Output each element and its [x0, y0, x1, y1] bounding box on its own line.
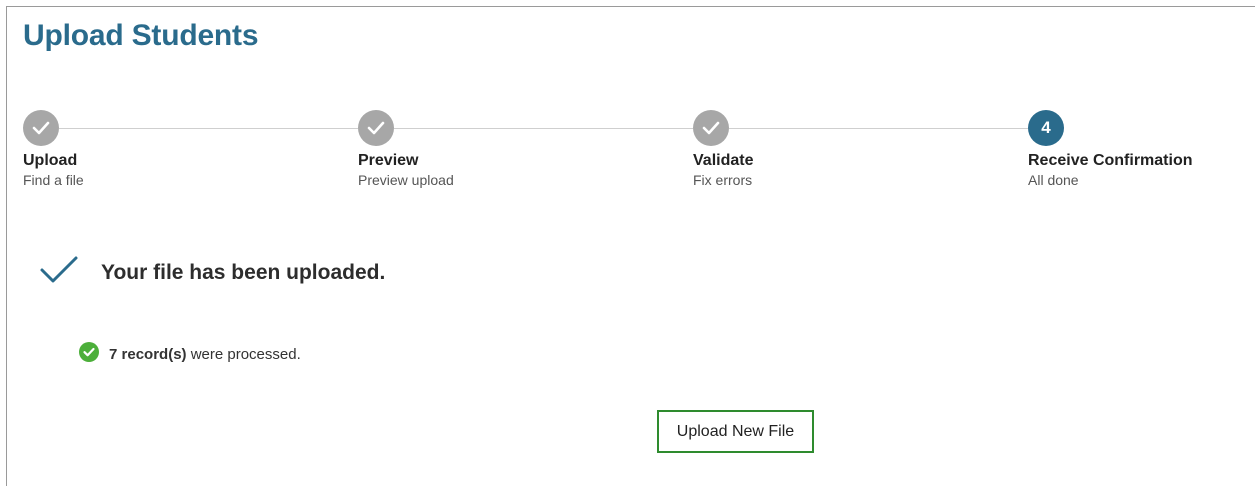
upload-success-message: Your file has been uploaded. — [39, 255, 385, 290]
success-check-circle-icon — [79, 342, 99, 366]
step-complete-check-icon — [358, 110, 394, 146]
page-title: Upload Students — [23, 19, 259, 52]
step-description: Fix errors — [693, 172, 753, 188]
upload-stepper: Upload Find a file Preview Preview uploa… — [23, 110, 1253, 210]
step-description: Preview upload — [358, 172, 454, 188]
step-validate: Validate Fix errors — [693, 110, 933, 188]
records-processed-status: 7 record(s) were processed. — [79, 342, 301, 366]
step-upload: Upload Find a file — [23, 110, 263, 188]
records-text: 7 record(s) were processed. — [109, 346, 301, 363]
success-text: Your file has been uploaded. — [101, 260, 386, 284]
upload-panel: Upload Students Upload Find a file Previ… — [6, 6, 1255, 486]
step-preview: Preview Preview upload — [358, 110, 598, 188]
step-complete-check-icon — [693, 110, 729, 146]
records-suffix: were processed. — [186, 345, 301, 363]
checkmark-icon — [39, 255, 79, 290]
step-label: Upload — [23, 152, 78, 169]
upload-new-file-button[interactable]: Upload New File — [657, 410, 814, 453]
step-complete-check-icon — [23, 110, 59, 146]
step-description: Find a file — [23, 172, 84, 188]
step-number-badge: 4 — [1028, 110, 1064, 146]
step-receive-confirmation: 4 Receive Confirmation All done — [1028, 110, 1255, 188]
step-label: Validate — [693, 152, 754, 169]
step-label: Receive Confirmation — [1028, 152, 1193, 169]
step-description: All done — [1028, 172, 1079, 188]
records-count: 7 record(s) — [109, 345, 187, 363]
step-label: Preview — [358, 152, 419, 169]
